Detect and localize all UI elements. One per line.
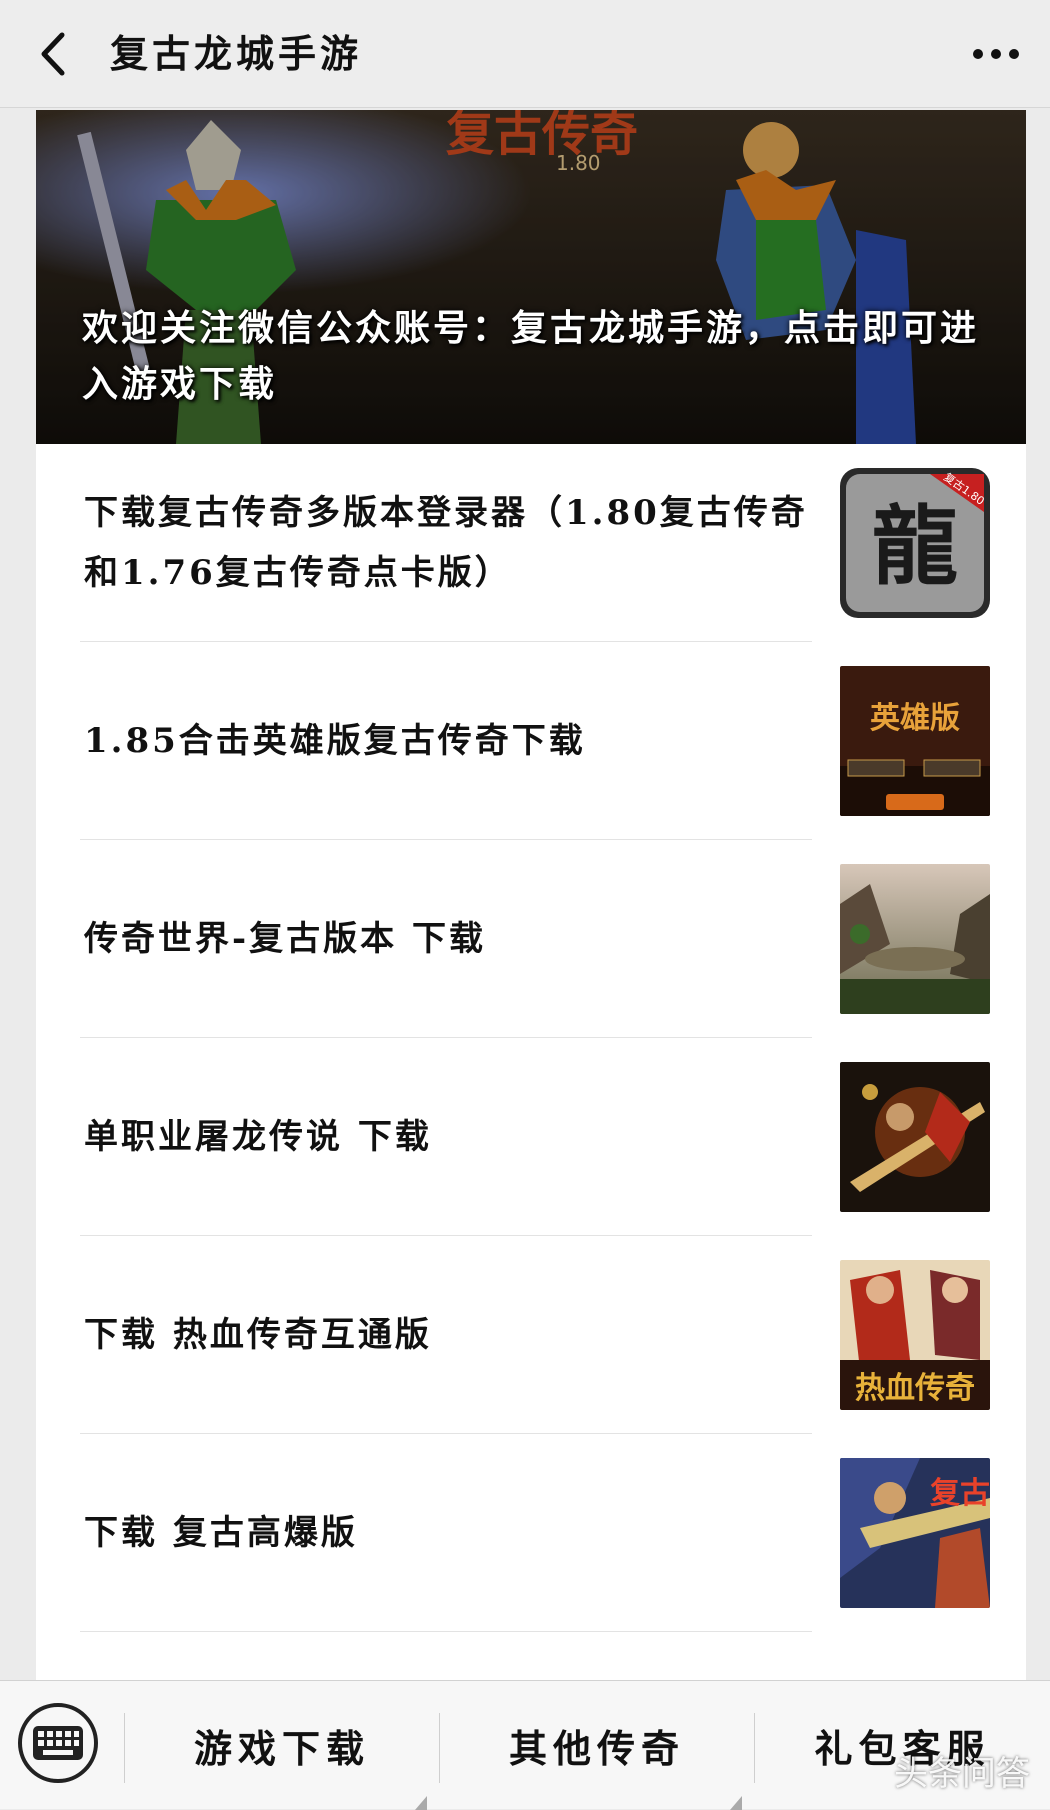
menu-item-label: 其他传奇: [508, 1726, 685, 1771]
list-item-title: 传奇世界-复古版本 下载: [84, 919, 486, 959]
menu-item-label: 游戏下载: [193, 1726, 370, 1771]
list-item[interactable]: 下载 复古高爆版 复古: [36, 1434, 1026, 1632]
submenu-indicator: [730, 1796, 742, 1810]
menu-item-other-legends[interactable]: 其他传奇: [440, 1681, 754, 1810]
top-navigation-bar: 复古龙城手游: [0, 0, 1050, 108]
list-item[interactable]: 传奇世界-复古版本 下载: [36, 840, 1026, 1038]
list-item[interactable]: 下载 热血传奇互通版 热血传奇: [36, 1236, 1026, 1434]
list-item-thumbnail: 复古: [840, 1458, 990, 1608]
list-item-thumbnail: 龍 复古1.80: [840, 468, 990, 618]
svg-text:龍: 龍: [872, 496, 958, 597]
list-item-thumbnail: 热血传奇: [840, 1260, 990, 1410]
list-item-title: 下载 复古高爆版: [84, 1513, 358, 1553]
more-dots-icon: [973, 49, 1019, 59]
list-item-title: 单职业屠龙传说 下载: [84, 1117, 432, 1157]
keyboard-toggle-button[interactable]: [18, 1703, 98, 1783]
list-item[interactable]: 1.85合击英雄版复古传奇下载 英雄版: [36, 642, 1026, 840]
page-title: 复古龙城手游: [110, 31, 363, 76]
banner-caption: 欢迎关注微信公众账号：复古龙城手游，点击即可进入游戏下载: [82, 307, 980, 405]
list-item-title: 下载复古传奇多版本登录器（1.80复古传奇和1.76复古传奇点卡版）: [84, 493, 808, 593]
menu-item-game-download[interactable]: 游戏下载: [125, 1681, 439, 1810]
banner[interactable]: 复古传奇 1.80 欢迎关注微信公众账号：复古龙城手游，点击即可进入游戏下载: [36, 110, 1026, 444]
list-item-thumbnail: [840, 1062, 990, 1212]
keyboard-icon: [33, 1726, 83, 1760]
list-item-thumbnail: [840, 864, 990, 1014]
list-item[interactable]: 单职业屠龙传说 下载: [36, 1038, 1026, 1236]
list-item[interactable]: 下载复古传奇多版本登录器（1.80复古传奇和1.76复古传奇点卡版） 龍 复古1…: [36, 444, 1026, 642]
list-divider: [80, 1631, 812, 1632]
list-item-title: 1.85合击英雄版复古传奇下载: [84, 721, 586, 761]
submenu-indicator: [415, 1796, 427, 1810]
watermark: 头条问答: [894, 1753, 1030, 1794]
list-item-thumbnail: 英雄版: [840, 666, 990, 816]
download-list: 下载复古传奇多版本登录器（1.80复古传奇和1.76复古传奇点卡版） 龍 复古1…: [36, 444, 1026, 1632]
svg-text:英雄版: 英雄版: [870, 701, 960, 736]
article-card: 复古传奇 1.80 欢迎关注微信公众账号：复古龙城手游，点击即可进入游戏下载 下…: [36, 110, 1026, 1680]
chevron-left-icon: [41, 32, 65, 76]
back-button[interactable]: [22, 22, 86, 86]
bottom-menu-bar: 游戏下载 其他传奇 礼包客服: [0, 1680, 1050, 1810]
more-button[interactable]: [964, 22, 1028, 86]
svg-text:复古: 复古: [930, 1476, 990, 1511]
list-item-title: 下载 热血传奇互通版: [84, 1315, 432, 1355]
svg-text:热血传奇: 热血传奇: [855, 1371, 975, 1406]
